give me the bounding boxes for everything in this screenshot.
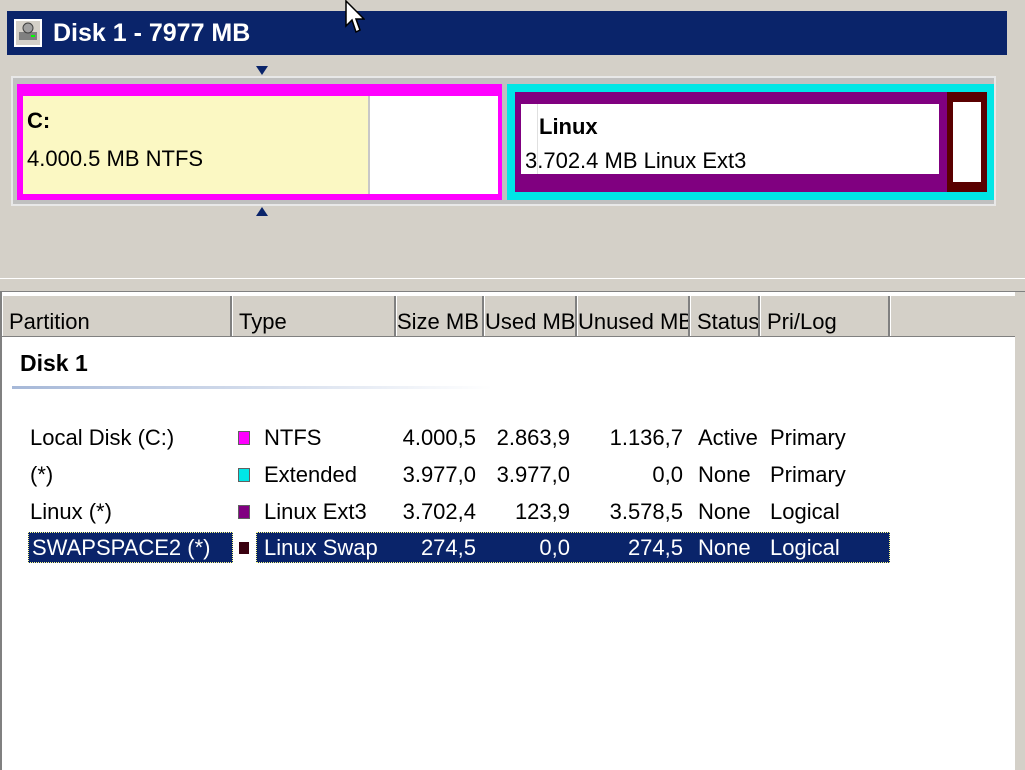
partition-color-swatch <box>238 541 250 555</box>
partition-linux-name: Linux <box>539 114 598 139</box>
cell-status: Active <box>698 425 758 450</box>
disk-titlebar[interactable]: Disk 1 - 7977 MB <box>7 11 1007 55</box>
disk-map-panel: Disk 1 - 7977 MB C: 4.000.5 MB NTFS Linu… <box>0 0 1025 279</box>
cell-size: 3.977,0 <box>402 462 476 487</box>
partition-linux-detail: 3.702.4 MB Linux Ext3 <box>525 148 747 173</box>
list-header: Partition Type Size MB Used MB Unused MB… <box>2 296 1015 337</box>
column-header-size[interactable]: Size MB <box>396 296 484 336</box>
partition-color-swatch <box>238 505 250 519</box>
table-row[interactable]: Linux (*) Linux Ext3 3.702,4 123,9 3.578… <box>2 495 1015 529</box>
partition-color-swatch <box>238 431 250 445</box>
cell-type: NTFS <box>264 425 322 450</box>
mouse-cursor-icon <box>345 0 365 34</box>
cell-status: None <box>698 499 751 524</box>
partition-c-detail: 4.000.5 MB NTFS <box>27 146 204 171</box>
partition-color-swatch <box>238 468 250 482</box>
selection-marker-bottom <box>256 207 268 216</box>
partition-c-name: C: <box>27 108 51 133</box>
partition-block-extended[interactable]: Linux 3.702.4 MB Linux Ext3 <box>507 84 994 200</box>
cell-used: 0,0 <box>539 535 570 560</box>
cell-prilog: Logical <box>770 499 840 524</box>
partition-list-view: Partition Type Size MB Used MB Unused MB… <box>0 292 1015 770</box>
column-header-prilog[interactable]: Pri/Log <box>760 296 890 336</box>
cell-unused: 0,0 <box>652 462 683 487</box>
cell-prilog: Logical <box>770 535 840 560</box>
selection-marker-top <box>256 66 268 75</box>
group-underline <box>12 386 492 389</box>
hard-disk-icon <box>14 19 42 47</box>
cell-prilog: Primary <box>770 425 846 450</box>
pane-splitter[interactable] <box>0 278 1025 292</box>
partition-block-swap[interactable] <box>947 92 987 192</box>
cell-status: None <box>698 462 751 487</box>
column-header-filler <box>890 296 1015 336</box>
cell-partition: Linux (*) <box>30 499 112 524</box>
column-header-used[interactable]: Used MB <box>484 296 577 336</box>
column-header-status[interactable]: Status <box>690 296 760 336</box>
cell-unused: 1.136,7 <box>609 425 683 450</box>
table-row[interactable]: Local Disk (C:) NTFS 4.000,5 2.863,9 1.1… <box>2 421 1015 455</box>
cell-size: 274,5 <box>420 535 476 560</box>
cell-used: 3.977,0 <box>496 462 570 487</box>
partition-swap-area <box>953 102 981 182</box>
partition-c-free-area <box>368 96 498 194</box>
cell-prilog: Primary <box>770 462 846 487</box>
cell-size: 3.702,4 <box>402 499 476 524</box>
cell-type: Linux Swap <box>264 535 378 560</box>
cell-type: Extended <box>264 462 357 487</box>
partition-block-linux[interactable]: Linux 3.702.4 MB Linux Ext3 <box>515 92 948 192</box>
table-row[interactable]: (*) Extended 3.977,0 3.977,0 0,0 None Pr… <box>2 458 1015 492</box>
cell-size: 4.000,5 <box>402 425 476 450</box>
partition-block-c[interactable]: C: 4.000.5 MB NTFS <box>17 84 502 200</box>
column-header-partition[interactable]: Partition <box>2 296 232 336</box>
cell-unused: 3.578,5 <box>609 499 683 524</box>
cell-status: None <box>698 535 751 560</box>
cell-unused: 274,5 <box>627 535 683 560</box>
column-header-unused[interactable]: Unused MB <box>577 296 690 336</box>
cell-partition: SWAPSPACE2 (*) <box>32 535 211 560</box>
cell-partition: Local Disk (C:) <box>30 425 175 450</box>
window-right-edge <box>1015 292 1025 770</box>
group-header-disk: Disk 1 <box>20 350 88 376</box>
cell-partition: (*) <box>30 462 54 487</box>
table-row-selected[interactable]: SWAPSPACE2 (*) Linux Swap 274,5 0,0 274,… <box>2 531 1015 565</box>
column-header-type[interactable]: Type <box>232 296 396 336</box>
cell-used: 123,9 <box>514 499 570 524</box>
cell-type: Linux Ext3 <box>264 499 367 524</box>
disk-title: Disk 1 - 7977 MB <box>53 18 251 47</box>
cell-used: 2.863,9 <box>496 425 570 450</box>
